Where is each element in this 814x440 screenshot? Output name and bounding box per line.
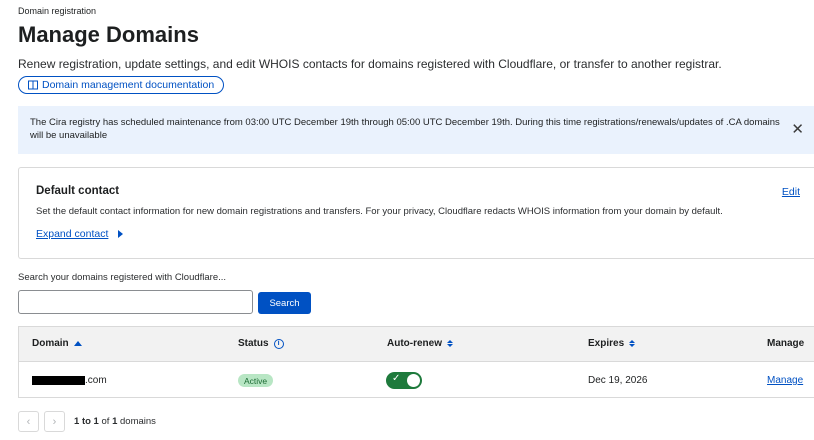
- book-icon: [28, 80, 38, 90]
- search-input[interactable]: [18, 290, 253, 314]
- expand-contact-link[interactable]: Expand contact: [36, 228, 124, 240]
- range-to: to: [81, 416, 91, 427]
- search-label: Search your domains registered with Clou…: [18, 272, 227, 283]
- column-header-status: Status i: [238, 338, 284, 349]
- page-title: Manage Domains: [18, 22, 199, 47]
- expires-cell: Dec 19, 2026: [588, 375, 648, 386]
- column-header-auto-renew[interactable]: Auto-renew: [387, 338, 453, 349]
- pagination-text: 1 to 1 of 1 domains: [74, 416, 156, 427]
- column-header-domain[interactable]: Domain: [32, 338, 82, 349]
- range-total: 1: [112, 416, 118, 427]
- documentation-link[interactable]: Domain management documentation: [18, 76, 225, 94]
- breadcrumb: Domain registration: [18, 6, 97, 16]
- search-button[interactable]: Search: [258, 292, 311, 314]
- sort-icon: [447, 340, 453, 347]
- pagination: ‹ › 1 to 1 of 1 domains: [18, 411, 156, 432]
- table-header: Domain Status i Auto-renew Expires Manag…: [19, 327, 814, 362]
- chevron-right-icon: ›: [52, 415, 57, 428]
- next-page-button[interactable]: ›: [44, 411, 65, 432]
- column-header-manage-label: Manage: [767, 338, 805, 349]
- check-icon: ✓: [392, 373, 401, 384]
- domain-cell: .com: [32, 375, 107, 386]
- close-icon[interactable]: ✕: [791, 122, 804, 137]
- previous-page-button[interactable]: ‹: [18, 411, 39, 432]
- range-of: of: [101, 416, 110, 427]
- toggle-knob: [407, 374, 420, 387]
- page-subtitle: Renew registration, update settings, and…: [18, 57, 722, 71]
- banner-text: The Cira registry has scheduled maintena…: [30, 117, 780, 141]
- column-header-expires-label: Expires: [588, 338, 625, 349]
- sort-icon: [629, 340, 636, 347]
- range-end: 1: [93, 416, 99, 427]
- column-header-expires[interactable]: Expires: [588, 338, 636, 349]
- redacted-domain-name: [32, 376, 85, 385]
- auto-renew-toggle[interactable]: ✓: [386, 372, 422, 389]
- documentation-link-label: Domain management documentation: [42, 79, 215, 91]
- domain-suffix: .com: [85, 375, 107, 386]
- column-header-manage: Manage: [767, 338, 804, 349]
- status-badge: Active: [238, 374, 274, 387]
- column-header-domain-label: Domain: [32, 338, 69, 349]
- info-icon[interactable]: i: [273, 338, 284, 349]
- manage-link[interactable]: Manage: [767, 375, 803, 386]
- range-unit: domains: [120, 416, 156, 427]
- chevron-left-icon: ‹: [26, 415, 31, 428]
- expand-contact-label: Expand contact: [36, 228, 109, 240]
- caret-right-icon: [118, 230, 124, 238]
- range-start: 1: [74, 416, 80, 427]
- edit-contact-link[interactable]: Edit: [782, 186, 800, 198]
- default-contact-title: Default contact: [36, 185, 120, 197]
- maintenance-banner: The Cira registry has scheduled maintena…: [18, 106, 814, 154]
- domains-table: Domain Status i Auto-renew Expires Manag…: [18, 326, 814, 398]
- default-contact-description: Set the default contact information for …: [36, 206, 723, 217]
- table-row: .com Active ✓ Dec 19, 2026 Manage: [19, 363, 814, 398]
- default-contact-card: Default contact Edit Set the default con…: [18, 167, 814, 259]
- column-header-status-label: Status: [238, 338, 269, 349]
- column-header-auto-renew-label: Auto-renew: [387, 338, 442, 349]
- sort-ascending-icon: [73, 341, 82, 346]
